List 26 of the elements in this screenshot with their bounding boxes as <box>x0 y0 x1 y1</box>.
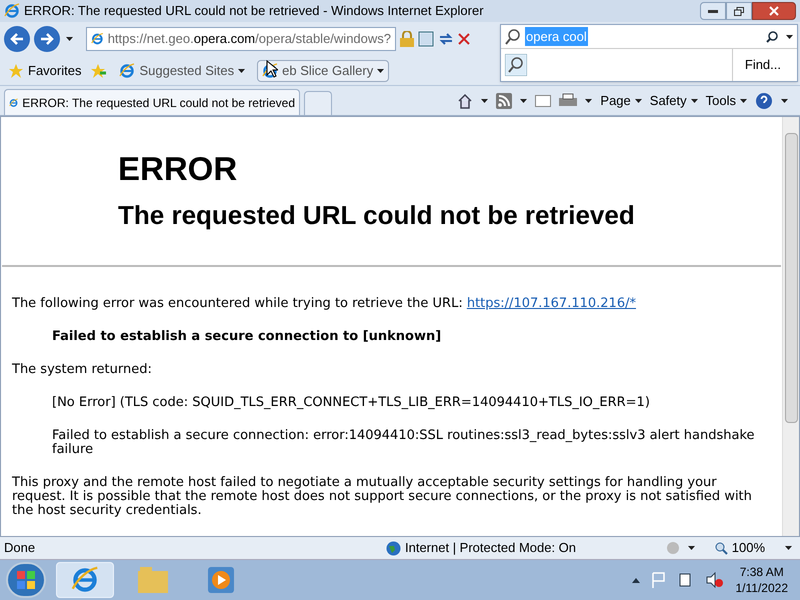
address-field[interactable]: https://net.geo.opera.com/opera/stable/windows? <box>86 27 396 51</box>
favorites-bar-item[interactable]: eb Slice Gallery <box>257 60 390 82</box>
clock-time: 7:38 AM <box>740 564 784 580</box>
url-text: https://net.geo.opera.com/opera/stable/windows? <box>108 30 391 48</box>
find-button[interactable]: Find... <box>732 49 793 81</box>
browser-tab[interactable]: ERROR: The requested URL could not be retrieved <box>4 89 300 115</box>
page-paragraph: The system returned: <box>12 363 153 377</box>
page-paragraph: Failed to establish a secure connection: error:14094410:SSL routines:ssl3_read_bytes:sslv3 alert handshake failure <box>51 429 756 457</box>
page-paragraph: This proxy and the remote host failed to negotiate a mutually acceptable security settings for handling your request. It is possible that the remote host does not support secure connections, or the proxy is not satisfied with the host security credentials. <box>12 476 753 518</box>
command-menu[interactable]: Page <box>600 90 642 110</box>
page-paragraph: Failed to establish a secure connection to [unknown] <box>51 330 442 344</box>
url-link[interactable]: https://107.167.110.216/* <box>466 296 636 311</box>
error-subheading: The requested URL could not be retrieved <box>118 199 636 231</box>
page-paragraph: The following error was encountered while trying to retrieve the URL: https://107.167.110.216/* <box>12 297 637 311</box>
search-text: opera cool <box>525 26 588 46</box>
favorites-button[interactable]: Favorites <box>8 60 82 80</box>
command-menu[interactable]: Tools <box>706 90 747 110</box>
zoom-button[interactable]: 100% <box>714 538 765 558</box>
security-zone: Internet | Protected Mode: On <box>405 539 576 558</box>
favorites-bar-item[interactable]: Suggested Sites <box>115 60 250 82</box>
error-heading: ERROR <box>118 149 238 189</box>
status-text: Done <box>3 539 36 558</box>
window-title: ERROR: The requested URL could not be retrieved - Windows Internet Explorer <box>24 2 484 20</box>
command-menu[interactable]: Safety <box>650 90 698 110</box>
clock-date: 1/11/2022 <box>736 580 788 596</box>
page-paragraph: [No Error] (TLS code: SQUID_TLS_ERR_CONNECT+TLS_LIB_ERR=14094410+TLS_IO_ERR=1) <box>51 396 651 410</box>
